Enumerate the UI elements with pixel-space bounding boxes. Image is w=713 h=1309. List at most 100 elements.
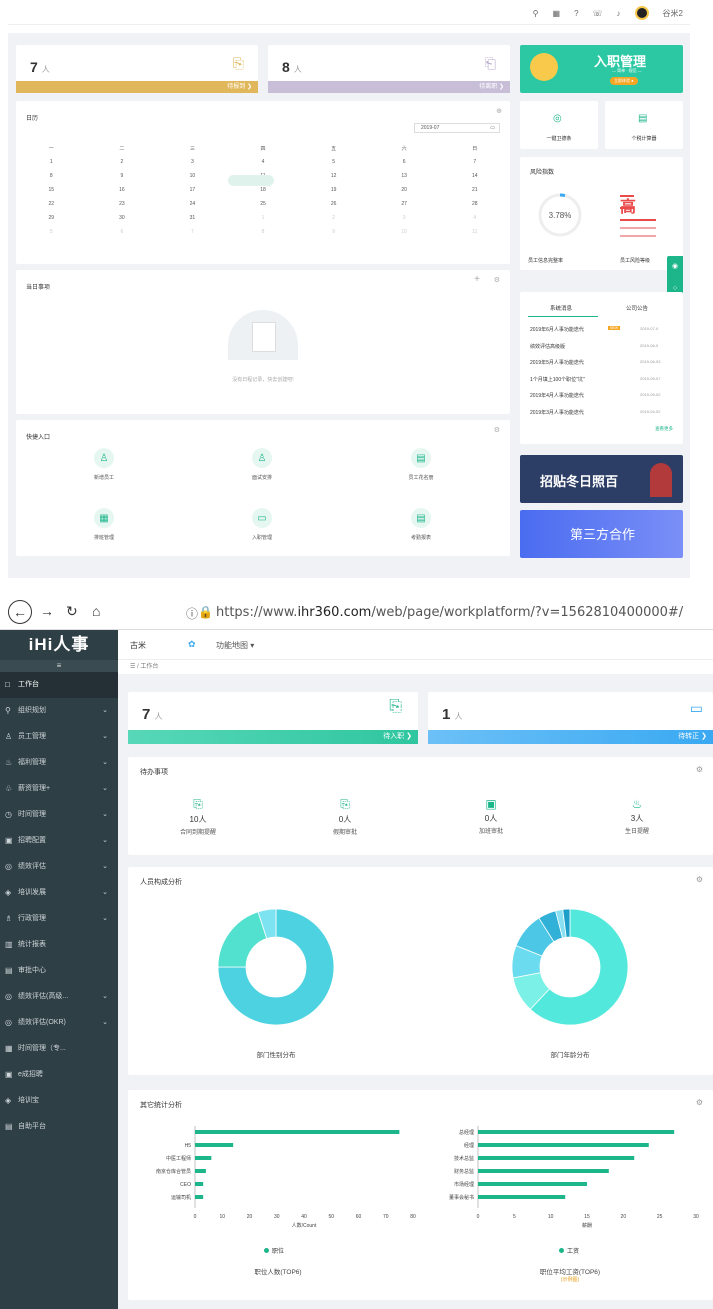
tab-company-notice[interactable]: 公司公告 [626,304,648,312]
calendar-day[interactable]: 16 [87,187,158,193]
calendar-day[interactable]: 5 [16,229,87,235]
back-icon[interactable]: ← [8,600,32,624]
sidebar-item[interactable]: □ 工作台 [0,672,118,698]
calendar-day[interactable]: 8 [16,173,87,179]
sidebar-item[interactable]: ▤ 自助平台 [0,1114,118,1140]
calendar-day[interactable]: 10 [369,229,440,235]
month-picker[interactable]: 2019-07 ▭ [414,123,500,133]
calendar-day[interactable]: 14 [439,173,510,179]
calendar-day[interactable]: 17 [157,187,228,193]
quick-entry-item[interactable]: ▦ 排班管理 [74,508,134,541]
sidebar-item[interactable]: ⚲ 组织规划 ⌄ [0,698,118,724]
kpi-card-pending-leave[interactable]: 8 人 ⎗ 待离职 ❯ [268,45,510,93]
calendar-day[interactable]: 18 [228,187,299,193]
bar[interactable] [195,1156,212,1160]
sidebar-item[interactable]: ◈ 培训宝 [0,1088,118,1114]
calendar-day[interactable]: 9 [298,229,369,235]
user-name[interactable]: 谷米2 [663,8,683,19]
gear-icon[interactable]: ⚙ [696,765,703,774]
home-icon[interactable]: ⌂ [92,603,100,619]
calendar-day[interactable]: 4 [228,159,299,165]
bar[interactable] [478,1156,635,1160]
calendar-day[interactable]: 3 [369,215,440,221]
quick-entry-item[interactable]: ♙ 新增员工 [74,448,134,481]
calendar-day[interactable]: 27 [369,201,440,207]
quick-entry-item[interactable]: ▤ 员工花名册 [391,448,451,481]
bar[interactable] [195,1130,400,1134]
calendar-day[interactable]: 28 [439,201,510,207]
tool-tax-calculator[interactable]: ▤ 个税计算器 [605,101,683,149]
grid-icon[interactable]: ▦ [553,9,561,18]
kpi-card-pending-report[interactable]: 7 人 ⎘ 待报到 ❯ [16,45,258,93]
calendar-day[interactable]: 30 [87,215,158,221]
bell-icon[interactable]: ♪ [617,9,621,18]
kpi-bar[interactable]: 待入职 ❯ [128,730,418,744]
todo-birthday[interactable]: ♨ 3人 生日提醒 [592,797,682,835]
sidebar-item[interactable]: ▤ 审批中心 [0,958,118,984]
bar[interactable] [478,1169,609,1173]
news-item[interactable]: 绩效评估高级版 [530,343,565,350]
gear-icon[interactable]: ⚙ [696,1098,703,1107]
calendar-day[interactable]: 1 [228,215,299,221]
quick-entry-item[interactable]: ▤ 考勤报表 [391,508,451,541]
add-icon[interactable]: + [474,274,480,285]
forward-icon[interactable]: → [40,603,54,619]
bar[interactable] [195,1169,206,1173]
todo-overtime[interactable]: ▣ 0人 加班审批 [446,797,536,835]
bar[interactable] [478,1143,649,1147]
todo-leave[interactable]: ⎘ 0人 假期审批 [300,797,390,836]
news-item[interactable]: 2019年3月人事功能迭代 [530,409,584,416]
sidebar-item[interactable]: ◎ 绩效评估(OKR) ⌄ [0,1010,118,1036]
add-icon[interactable]: ⊕ [496,107,502,115]
legend-position[interactable]: 职位 [264,1246,284,1255]
todo-contract[interactable]: ⎘ 10人 合同到期提醒 [153,797,243,836]
calendar-day[interactable]: 24 [157,201,228,207]
calendar-day[interactable]: 13 [369,173,440,179]
calendar-day[interactable]: 7 [439,159,510,165]
news-item[interactable]: 2019年4月人事功能迭代 [530,392,584,399]
reload-icon[interactable]: ↻ [66,603,78,620]
calendar-day[interactable]: 31 [157,215,228,221]
tab-system-news[interactable]: 系统消息 [550,304,572,312]
calendar-day[interactable]: 20 [369,187,440,193]
promo-winter[interactable]: 招贴冬日照百 [520,455,683,503]
calendar-day[interactable]: 25 [228,201,299,207]
calendar-day[interactable]: 10 [157,173,228,179]
news-item[interactable]: 2019年5月人事功能迭代 [530,359,584,366]
calendar-day[interactable]: 4 [439,215,510,221]
sidebar-item[interactable]: ◷ 时间管理 ⌄ [0,802,118,828]
bar[interactable] [478,1130,675,1134]
calendar-day[interactable]: 2 [87,159,158,165]
headset-icon[interactable]: ☏ [593,9,603,18]
calendar-day[interactable]: 8 [228,229,299,235]
search-icon[interactable]: ⚲ [533,9,539,18]
function-map-dropdown[interactable]: 功能地图 ▾ [216,640,254,651]
calendar-day[interactable]: 19 [298,187,369,193]
donut-slice[interactable] [217,911,268,968]
calendar-day[interactable]: 22 [16,201,87,207]
kpi-bar[interactable]: 待离职 ❯ [268,81,510,93]
calendar-day[interactable]: 2 [298,215,369,221]
sidebar-item[interactable]: ◈ 培训发展 ⌄ [0,880,118,906]
info-icon[interactable]: ⓘ [186,605,198,622]
calendar-day[interactable]: 21 [439,187,510,193]
calendar-day[interactable]: 11 [439,229,510,235]
url-bar[interactable]: https://www.ihr360.com/web/page/workplat… [216,605,683,620]
banner-try-button[interactable]: 立即体验 ● [610,77,638,85]
calendar-day[interactable]: 5 [298,159,369,165]
calendar-day[interactable]: 15 [16,187,87,193]
chat-icon[interactable]: ◉ [667,256,683,278]
bar[interactable] [478,1195,566,1199]
sidebar-item[interactable]: ◎ 绩效评估(高级... ⌄ [0,984,118,1010]
bar[interactable] [195,1182,204,1186]
calendar-day[interactable]: 9 [87,173,158,179]
bar[interactable] [195,1143,234,1147]
sidebar-item[interactable]: ▥ 统计报表 [0,932,118,958]
promo-third-party[interactable]: 第三方合作 [520,510,683,558]
calendar-day[interactable]: 1 [16,159,87,165]
gear-icon[interactable]: ⚙ [494,276,500,284]
sidebar-item[interactable]: ♗ 行政管理 ⌄ [0,906,118,932]
calendar-day[interactable]: 6 [369,159,440,165]
sidebar-item[interactable]: ▣ e成招聘 [0,1062,118,1088]
kpi-bar[interactable]: 待报到 ❯ [16,81,258,93]
